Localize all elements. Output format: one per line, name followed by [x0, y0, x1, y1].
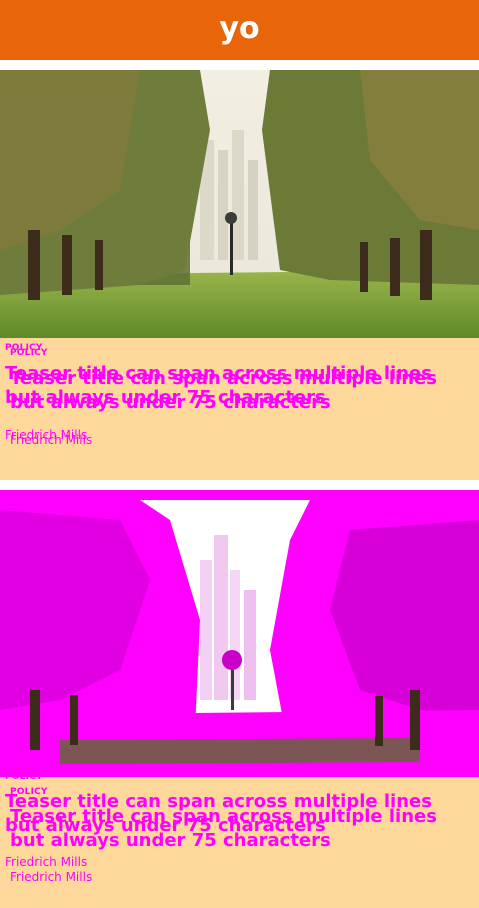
teaser-card[interactable]: POLICY Teaser title can span across mult…: [0, 490, 479, 908]
card-top-bar: [0, 490, 479, 500]
teaser-image[interactable]: [0, 500, 479, 777]
palm-avenue-photo-magenta-icon: [0, 500, 479, 777]
teaser-category-shadow: POLICY: [10, 348, 48, 358]
header-title: yo: [219, 11, 260, 46]
teaser-card[interactable]: POLICY Teaser title can span across mult…: [0, 70, 479, 480]
teaser-author-shadow: Friedrich Mills: [10, 433, 93, 447]
palm-avenue-photo-icon: [0, 70, 479, 338]
teaser-title-shadow: Teaser title can span across multiple li…: [10, 368, 437, 413]
teaser-author-shadow: Friedrich Mills: [10, 870, 93, 884]
teaser-image[interactable]: [0, 70, 479, 338]
teaser-category-shadow: POLICY: [10, 787, 48, 797]
teaser-author: Friedrich Mills: [5, 855, 88, 869]
app-header: yo: [0, 0, 479, 60]
teaser-category: POLICY: [5, 772, 43, 782]
teaser-title-shadow: Teaser title can span across multiple li…: [10, 806, 437, 851]
card-divider: [0, 480, 479, 490]
